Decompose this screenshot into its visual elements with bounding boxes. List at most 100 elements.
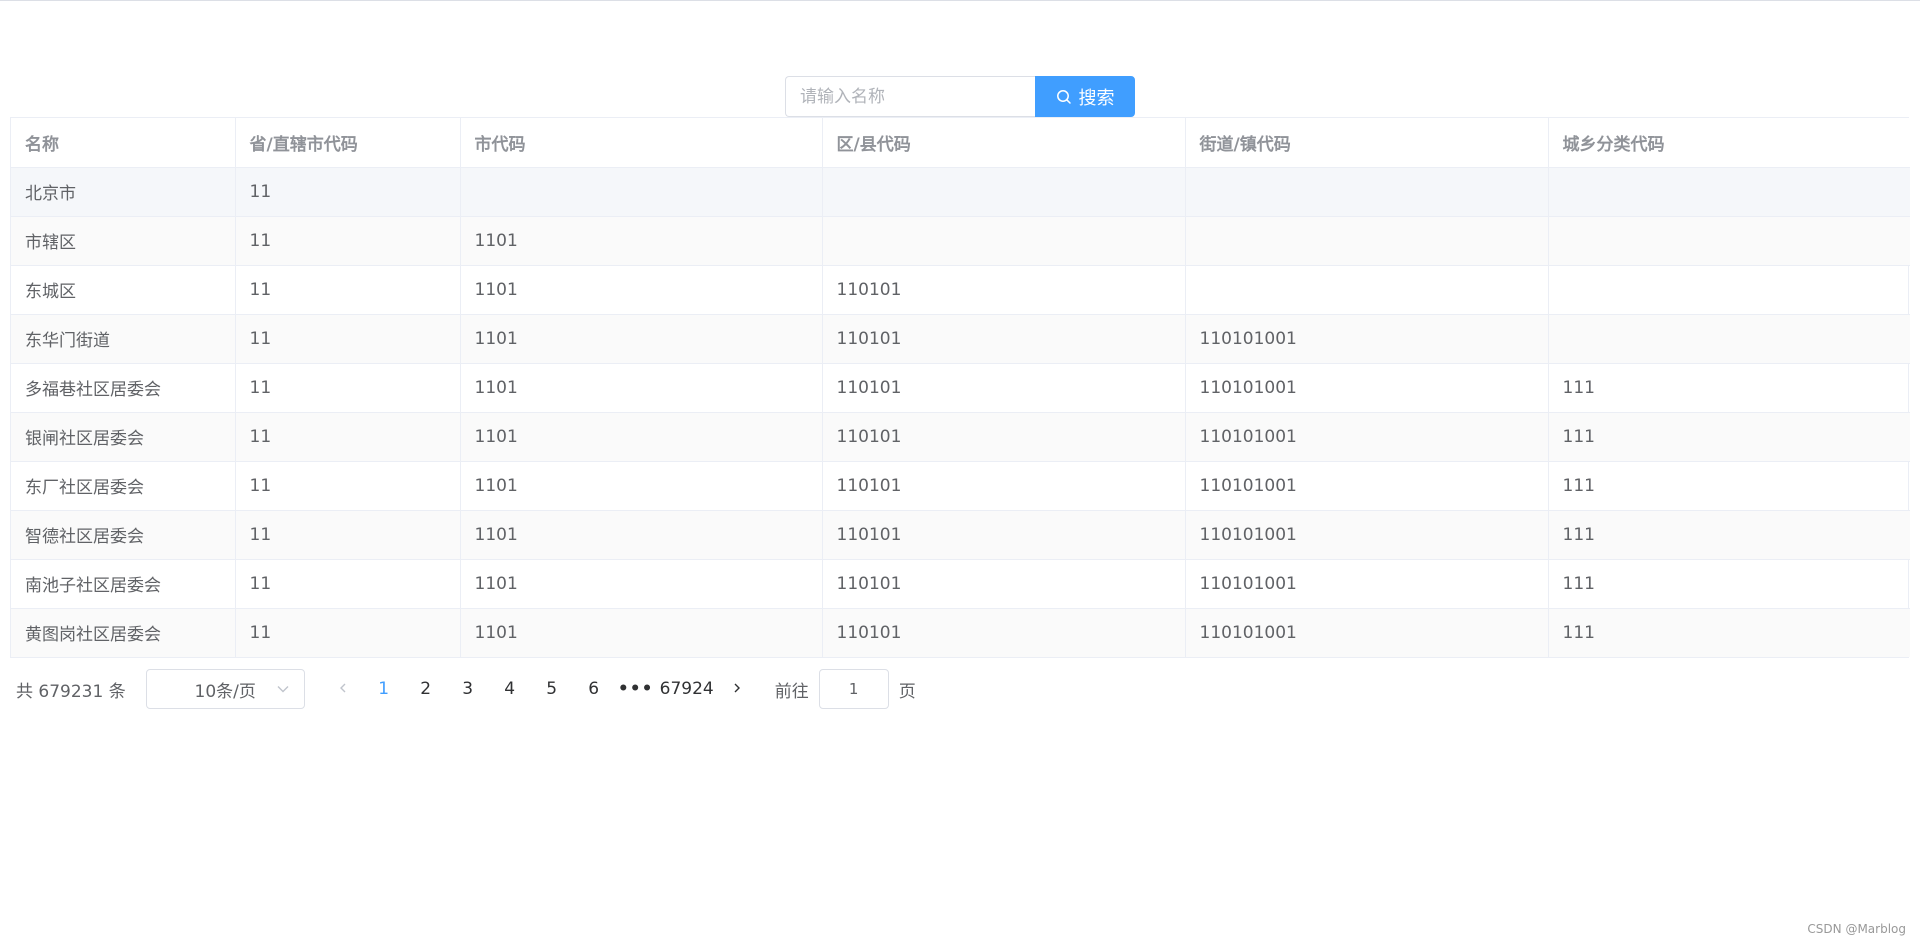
table-cell: 1101 bbox=[460, 314, 823, 364]
table-cell: 银闸社区居委会 bbox=[11, 412, 236, 462]
table-cell: 110101001 bbox=[1185, 314, 1549, 364]
table-cell bbox=[1185, 167, 1549, 217]
table-row[interactable]: 黄图岗社区居委会 11 1101 110101 110101001 111 bbox=[11, 608, 1910, 657]
prev-page-button[interactable] bbox=[329, 669, 357, 709]
table-cell: 1101 bbox=[460, 265, 823, 315]
pagination: 共 679231 条 10条/页 1 2 3 4 5 6 ••• 67924 前… bbox=[16, 669, 916, 709]
table-cell: 南池子社区居委会 bbox=[11, 559, 236, 609]
column-header-county-code[interactable]: 区/县代码 bbox=[822, 118, 1186, 168]
table-cell: 110101 bbox=[822, 265, 1186, 315]
table-cell bbox=[1185, 265, 1549, 315]
chevron-right-icon bbox=[731, 679, 743, 699]
table-cell: 110101 bbox=[822, 314, 1186, 364]
table-cell: 11 bbox=[235, 216, 461, 266]
table-row[interactable]: 南池子社区居委会 11 1101 110101 110101001 111 bbox=[11, 559, 1910, 609]
chevron-left-icon bbox=[337, 679, 349, 699]
table-row[interactable]: 东厂社区居委会 11 1101 110101 110101001 111 bbox=[11, 461, 1910, 511]
page-number[interactable]: 4 bbox=[489, 669, 531, 709]
table-cell: 市辖区 bbox=[11, 216, 236, 266]
page-jumper: 前往 页 bbox=[775, 669, 916, 709]
last-page-number[interactable]: 67924 bbox=[657, 669, 717, 709]
page-number[interactable]: 5 bbox=[531, 669, 573, 709]
table-cell: 110101001 bbox=[1185, 412, 1549, 462]
table-row[interactable]: 银闸社区居委会 11 1101 110101 110101001 111 bbox=[11, 412, 1910, 462]
search-button-label: 搜索 bbox=[1078, 87, 1115, 109]
table-row[interactable]: 东城区 11 1101 110101 bbox=[11, 265, 1910, 315]
page-size-select[interactable]: 10条/页 bbox=[145, 669, 305, 709]
table-cell bbox=[1548, 265, 1910, 315]
column-header-name[interactable]: 名称 bbox=[11, 118, 236, 168]
table-row[interactable]: 多福巷社区居委会 11 1101 110101 110101001 111 bbox=[11, 363, 1910, 413]
goto-page-input[interactable] bbox=[818, 669, 889, 709]
search-icon bbox=[1056, 89, 1072, 105]
watermark: CSDN @Marblog bbox=[1807, 922, 1906, 936]
table-cell: 东华门街道 bbox=[11, 314, 236, 364]
table-cell: 110101001 bbox=[1185, 559, 1549, 609]
table-cell: 1101 bbox=[460, 412, 823, 462]
table-cell: 110101001 bbox=[1185, 510, 1549, 560]
search-input[interactable] bbox=[785, 76, 1035, 117]
table-cell: 11 bbox=[235, 559, 461, 609]
table-cell: 智德社区居委会 bbox=[11, 510, 236, 560]
table-row[interactable]: 智德社区居委会 11 1101 110101 110101001 111 bbox=[11, 510, 1910, 560]
column-header-street-code[interactable]: 街道/镇代码 bbox=[1185, 118, 1549, 168]
table-cell: 110101 bbox=[822, 510, 1186, 560]
table-cell: 111 bbox=[1548, 363, 1910, 413]
table-cell: 111 bbox=[1548, 461, 1910, 511]
table-cell bbox=[460, 167, 823, 217]
table-cell bbox=[822, 216, 1186, 266]
table-cell: 111 bbox=[1548, 559, 1910, 609]
table-cell bbox=[1185, 216, 1549, 266]
table-cell: 111 bbox=[1548, 608, 1910, 657]
table-cell: 1101 bbox=[460, 559, 823, 609]
search-bar: 搜索 bbox=[785, 76, 1135, 117]
page-number[interactable]: 3 bbox=[447, 669, 489, 709]
table-row[interactable]: 市辖区 11 1101 bbox=[11, 216, 1910, 266]
table-cell: 1101 bbox=[460, 216, 823, 266]
next-page-button[interactable] bbox=[723, 669, 751, 709]
table-cell bbox=[1548, 216, 1910, 266]
table-cell bbox=[1548, 167, 1910, 217]
search-button[interactable]: 搜索 bbox=[1035, 76, 1135, 117]
more-pages-button[interactable]: ••• bbox=[615, 669, 657, 709]
table-cell: 黄图岗社区居委会 bbox=[11, 608, 236, 657]
table-cell: 111 bbox=[1548, 412, 1910, 462]
table-cell bbox=[822, 167, 1186, 217]
table-cell: 11 bbox=[235, 412, 461, 462]
table-cell: 110101 bbox=[822, 363, 1186, 413]
table-cell: 110101 bbox=[822, 461, 1186, 511]
table-row[interactable]: 东华门街道 11 1101 110101 110101001 bbox=[11, 314, 1910, 364]
table-cell: 多福巷社区居委会 bbox=[11, 363, 236, 413]
page-number[interactable]: 6 bbox=[573, 669, 615, 709]
table-cell: 11 bbox=[235, 510, 461, 560]
table-cell: 110101001 bbox=[1185, 461, 1549, 511]
table-cell bbox=[1548, 314, 1910, 364]
data-table: 名称 省/直辖市代码 市代码 区/县代码 街道/镇代码 城乡分类代码 北京市 1… bbox=[10, 117, 1910, 658]
page-number[interactable]: 2 bbox=[405, 669, 447, 709]
pagination-total: 共 679231 条 bbox=[16, 681, 126, 702]
column-header-urban-rural-code[interactable]: 城乡分类代码 bbox=[1548, 118, 1910, 168]
page-number[interactable]: 1 bbox=[363, 669, 405, 709]
page-suffix-label: 页 bbox=[898, 681, 916, 702]
column-header-province-code[interactable]: 省/直辖市代码 bbox=[235, 118, 461, 168]
page: 搜索 名称 省/直辖市代码 市代码 区/县代码 街道/镇代码 城乡分类代码 bbox=[0, 0, 1920, 942]
goto-label: 前往 bbox=[774, 681, 809, 702]
table-cell: 北京市 bbox=[11, 167, 236, 217]
table-cell: 110101 bbox=[822, 608, 1186, 657]
table-cell: 110101 bbox=[822, 412, 1186, 462]
table-cell: 110101 bbox=[822, 559, 1186, 609]
table-cell: 东城区 bbox=[11, 265, 236, 315]
chevron-down-icon bbox=[276, 681, 290, 701]
table-row[interactable]: 北京市 11 bbox=[11, 167, 1910, 217]
table-cell: 11 bbox=[235, 265, 461, 315]
table-cell: 1101 bbox=[460, 510, 823, 560]
table-cell: 1101 bbox=[460, 363, 823, 413]
table-cell: 110101001 bbox=[1185, 608, 1549, 657]
table-cell: 东厂社区居委会 bbox=[11, 461, 236, 511]
table-header-row: 名称 省/直辖市代码 市代码 区/县代码 街道/镇代码 城乡分类代码 bbox=[11, 118, 1910, 168]
table-cell: 11 bbox=[235, 461, 461, 511]
table-cell: 110101001 bbox=[1185, 363, 1549, 413]
column-header-city-code[interactable]: 市代码 bbox=[460, 118, 823, 168]
table-cell: 11 bbox=[235, 608, 461, 657]
table-cell: 111 bbox=[1548, 510, 1910, 560]
